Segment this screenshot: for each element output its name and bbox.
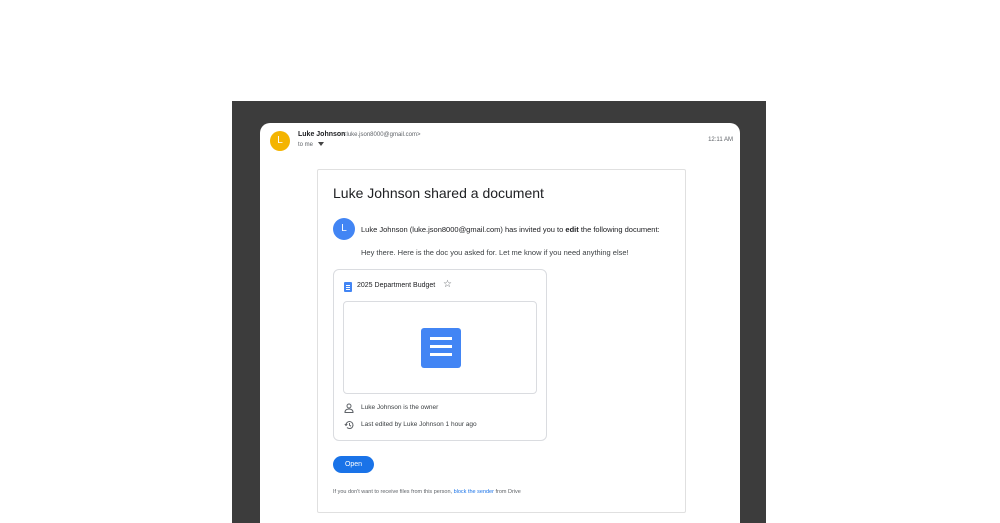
invite-text: Luke Johnson (luke.json8000@gmail.com) h… — [361, 225, 660, 234]
invite-suffix: the following document: — [578, 225, 660, 234]
history-icon — [344, 421, 354, 430]
inviter-avatar: L — [333, 218, 355, 240]
share-title: Luke Johnson shared a document — [333, 185, 544, 201]
owner-text: Luke Johnson is the owner — [361, 404, 439, 411]
recipient-details[interactable]: to me — [298, 142, 325, 148]
invite-permission: edit — [565, 225, 579, 234]
document-name[interactable]: 2025 Department Budget — [357, 282, 435, 289]
sender-name[interactable]: Luke Johnson — [298, 131, 345, 138]
footer-suffix: from Drive — [493, 489, 521, 495]
document-card[interactable]: 2025 Department Budget ☆ Luke Johnson is… — [333, 269, 547, 441]
star-icon[interactable]: ☆ — [443, 279, 452, 290]
chevron-down-icon[interactable] — [318, 142, 325, 147]
share-notification: Luke Johnson shared a document L Luke Jo… — [317, 169, 686, 513]
open-button[interactable]: Open — [333, 456, 374, 473]
document-preview[interactable] — [343, 301, 537, 394]
email-card: L Luke Johnson <luke.json8000@gmail.com>… — [260, 123, 740, 523]
share-message: Hey there. Here is the doc you asked for… — [361, 248, 629, 257]
sender-avatar[interactable]: L — [270, 131, 290, 151]
sender-email: <luke.json8000@gmail.com> — [343, 132, 421, 138]
person-icon — [344, 403, 354, 413]
footer-prefix: If you don't want to receive files from … — [333, 489, 454, 495]
footer-note: If you don't want to receive files from … — [333, 489, 521, 495]
recipient-label: to me — [298, 142, 314, 148]
last-edited-text: Last edited by Luke Johnson 1 hour ago — [361, 421, 477, 428]
invite-prefix: Luke Johnson (luke.json8000@gmail.com) h… — [361, 225, 566, 234]
google-docs-icon — [344, 282, 352, 292]
block-sender-link[interactable]: block the sender — [454, 489, 494, 495]
email-timestamp: 12:11 AM — [708, 137, 733, 143]
google-docs-icon — [421, 328, 461, 368]
